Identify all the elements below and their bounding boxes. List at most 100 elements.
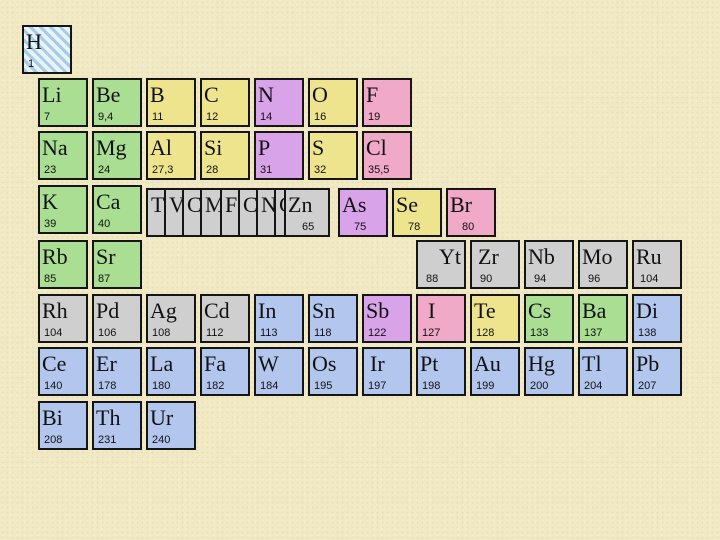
element-cell-nb[interactable]: Nb 94 — [524, 240, 574, 289]
element-cell-rb[interactable]: Rb 85 — [38, 240, 88, 289]
element-cell-be[interactable]: Be 9,4 — [92, 78, 142, 127]
element-symbol: Hg — [528, 351, 555, 376]
element-mass: 28 — [206, 164, 219, 176]
element-symbol: Bi — [42, 405, 63, 430]
element-mass: 1 — [28, 58, 35, 70]
element-symbol: Zr — [478, 244, 499, 269]
element-mass: 108 — [152, 327, 171, 339]
element-mass: 240 — [152, 434, 171, 446]
element-symbol: Pt — [420, 351, 439, 376]
element-cell-f[interactable]: F 19 — [362, 78, 412, 127]
element-cell-o[interactable]: O 16 — [308, 78, 358, 127]
element-cell-ag[interactable]: Ag 108 — [146, 294, 196, 343]
element-cell-ir[interactable]: Ir 197 — [362, 347, 412, 396]
element-symbol: Na — [42, 135, 68, 160]
element-cell-ur[interactable]: Ur 240 — [146, 401, 196, 450]
element-symbol: Ca — [96, 189, 121, 214]
element-cell-cs[interactable]: Cs 133 — [524, 294, 574, 343]
element-symbol: S — [312, 135, 325, 160]
element-mass: 207 — [638, 380, 657, 392]
element-cell-si[interactable]: Si 28 — [200, 131, 250, 180]
element-cell-al[interactable]: Al 27,3 — [146, 131, 196, 180]
element-mass: 195 — [314, 380, 333, 392]
element-cell-rh[interactable]: Rh 104 — [38, 294, 88, 343]
element-mass: 200 — [530, 380, 549, 392]
element-cell-li[interactable]: Li 7 — [38, 78, 88, 127]
element-symbol: Cd — [204, 298, 230, 323]
element-cell-hg[interactable]: Hg 200 — [524, 347, 574, 396]
element-cell-di[interactable]: Di 138 — [632, 294, 682, 343]
element-cell-p[interactable]: P 31 — [254, 131, 304, 180]
element-symbol: Be — [96, 82, 121, 107]
element-mass: 7 — [44, 111, 51, 123]
element-cell-pt[interactable]: Pt 198 — [416, 347, 466, 396]
element-symbol: As — [342, 192, 367, 217]
element-mass: 23 — [44, 164, 57, 176]
element-mass: 140 — [44, 380, 63, 392]
element-mass: 9,4 — [98, 111, 114, 123]
element-cell-w[interactable]: W 184 — [254, 347, 304, 396]
element-symbol: Rb — [42, 244, 68, 269]
element-mass: 88 — [426, 273, 439, 285]
element-cell-la[interactable]: La 180 — [146, 347, 196, 396]
element-cell-fa[interactable]: Fa 182 — [200, 347, 250, 396]
element-cell-h[interactable]: H 1 — [22, 25, 72, 74]
element-cell-b[interactable]: B 11 — [146, 78, 196, 127]
element-cell-br[interactable]: Br 80 — [446, 188, 496, 237]
element-cell-i[interactable]: I 127 — [416, 294, 466, 343]
element-cell-sb[interactable]: Sb 122 — [362, 294, 412, 343]
element-cell-pb[interactable]: Pb 207 — [632, 347, 682, 396]
element-cell-zr[interactable]: Zr 90 — [470, 240, 520, 289]
element-symbol: P — [258, 135, 271, 160]
element-cell-te[interactable]: Te 128 — [470, 294, 520, 343]
element-cell-au[interactable]: Au 199 — [470, 347, 520, 396]
element-cell-sn[interactable]: Sn 118 — [308, 294, 358, 343]
element-mass: 137 — [584, 327, 603, 339]
element-symbol: Ru — [636, 244, 662, 269]
element-cell-ca[interactable]: Ca 40 — [92, 185, 142, 234]
element-cell-n[interactable]: N 14 — [254, 78, 304, 127]
element-symbol: Li — [42, 82, 62, 107]
element-cell-cl[interactable]: Cl 35,5 — [362, 131, 412, 180]
element-cell-s[interactable]: S 32 — [308, 131, 358, 180]
element-cell-sr[interactable]: Sr 87 — [92, 240, 142, 289]
element-mass: 127 — [422, 327, 441, 339]
element-cell-os[interactable]: Os 195 — [308, 347, 358, 396]
element-cell-er[interactable]: Er 178 — [92, 347, 142, 396]
element-symbol: Yt — [439, 244, 461, 269]
element-symbol: Al — [150, 135, 172, 160]
element-cell-pd[interactable]: Pd 106 — [92, 294, 142, 343]
element-cell-in[interactable]: In 113 — [254, 294, 304, 343]
element-symbol: Os — [312, 351, 337, 376]
element-cell-ce[interactable]: Ce 140 — [38, 347, 88, 396]
element-mass: 39 — [44, 218, 57, 230]
element-cell-se[interactable]: Se 78 — [392, 188, 442, 237]
element-cell-na[interactable]: Na 23 — [38, 131, 88, 180]
element-mass: 90 — [480, 273, 493, 285]
element-cell-mo[interactable]: Mo 96 — [578, 240, 628, 289]
element-cell-bi[interactable]: Bi 208 — [38, 401, 88, 450]
element-mass: 112 — [206, 327, 224, 339]
element-mass: 118 — [314, 327, 332, 339]
element-cell-yt[interactable]: Yt 88 — [416, 240, 466, 289]
element-cell-c[interactable]: C 12 — [200, 78, 250, 127]
element-cell-k[interactable]: K 39 — [38, 185, 88, 234]
element-mass: 106 — [98, 327, 117, 339]
element-cell-cd[interactable]: Cd 112 — [200, 294, 250, 343]
element-cell-ru[interactable]: Ru 104 — [632, 240, 682, 289]
element-cell-ba[interactable]: Ba 137 — [578, 294, 628, 343]
element-mass: 208 — [44, 434, 63, 446]
element-symbol: H — [26, 29, 42, 54]
element-cell-zn[interactable]: Zn 65 — [284, 188, 330, 237]
element-symbol: W — [258, 351, 279, 376]
element-mass: 96 — [588, 273, 601, 285]
element-cell-mg[interactable]: Mg 24 — [92, 131, 142, 180]
element-cell-as[interactable]: As 75 — [338, 188, 388, 237]
element-symbol: Pd — [96, 298, 120, 323]
element-mass: 199 — [476, 380, 495, 392]
element-mass: 19 — [368, 111, 381, 123]
element-mass: 180 — [152, 380, 171, 392]
element-cell-th[interactable]: Th 231 — [92, 401, 142, 450]
element-mass: 31 — [260, 164, 273, 176]
element-cell-tl[interactable]: Tl 204 — [578, 347, 628, 396]
